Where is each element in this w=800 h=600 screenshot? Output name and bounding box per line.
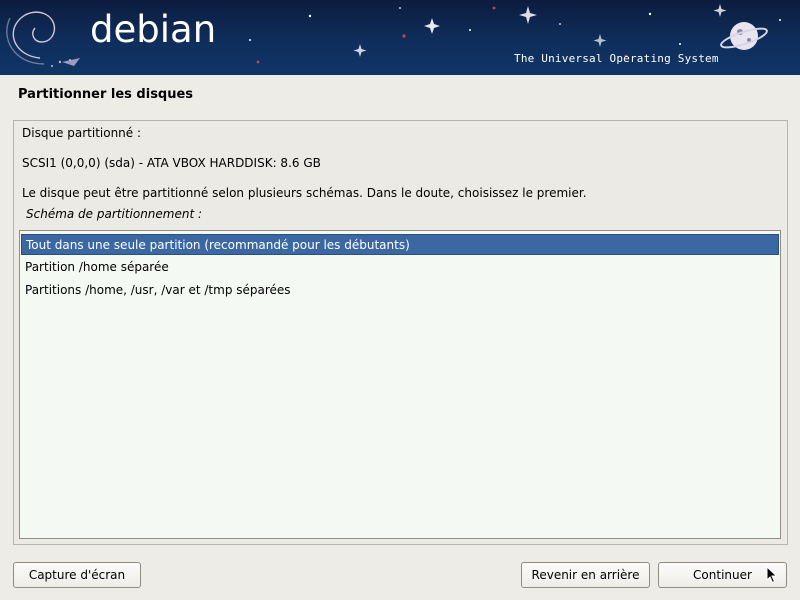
planet-icon [720,22,768,50]
list-item-separate-home[interactable]: Partition /home séparée [21,257,779,278]
debian-brand-title: debian [90,8,217,51]
debian-header-banner: debian The Universal Operating System [0,0,800,75]
debian-tagline: The Universal Operating System [514,52,719,65]
screenshot-button[interactable]: Capture d'écran [13,562,141,588]
disk-label: Disque partitionné : [22,126,142,140]
page-title: Partitionner les disques [18,87,194,102]
debian-swirl-logo [6,11,56,65]
disk-value: SCSI1 (0,0,0) (sda) - ATA VBOX HARDDISK:… [22,156,321,170]
content-panel: Disque partitionné : SCSI1 (0,0,0) (sda)… [13,120,788,545]
list-item-single-partition[interactable]: Tout dans une seule partition (recommand… [21,234,779,255]
back-button[interactable]: Revenir en arrière [521,562,650,588]
mouse-cursor-icon [766,566,778,584]
list-item-separate-home-usr-var-tmp[interactable]: Partitions /home, /usr, /var et /tmp sép… [21,280,779,301]
partition-scheme-list[interactable]: Tout dans une seule partition (recommand… [19,230,781,539]
description-text: Le disque peut être partitionné selon pl… [22,186,587,200]
list-caption: Schéma de partitionnement : [26,207,203,221]
